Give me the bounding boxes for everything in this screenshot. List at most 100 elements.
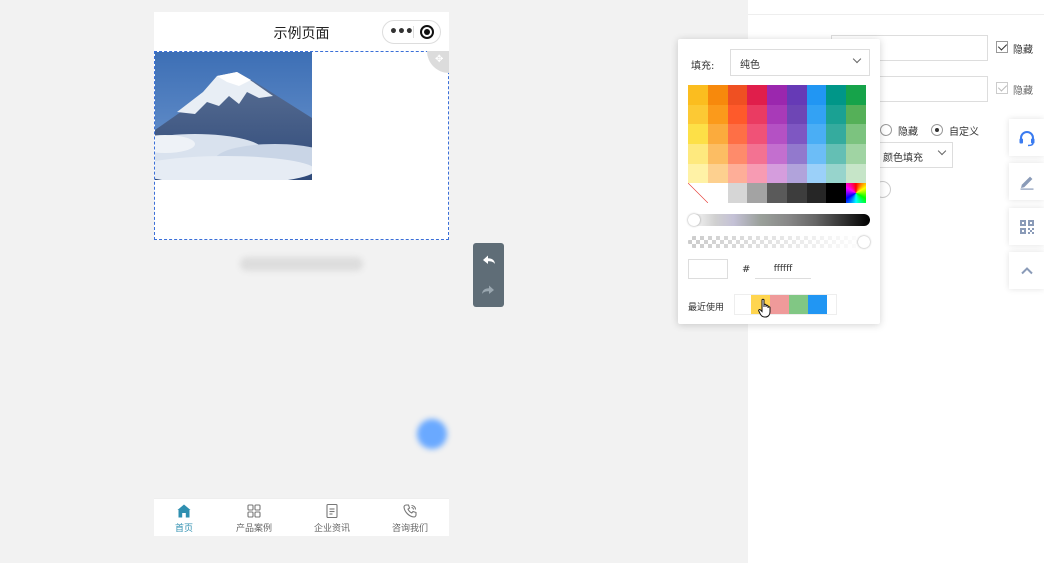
chevron-down-icon bbox=[852, 54, 862, 64]
color-swatch[interactable] bbox=[707, 124, 728, 144]
color-swatch[interactable] bbox=[806, 85, 827, 105]
color-swatch[interactable] bbox=[727, 85, 748, 105]
color-swatch[interactable] bbox=[826, 85, 847, 105]
tab-news[interactable]: 企业资讯 bbox=[302, 503, 362, 534]
floating-contact-button[interactable] bbox=[417, 419, 447, 449]
color-swatch[interactable] bbox=[727, 183, 748, 203]
color-swatch[interactable] bbox=[727, 163, 748, 184]
color-swatch[interactable] bbox=[688, 124, 708, 144]
color-swatch[interactable] bbox=[786, 183, 807, 203]
tab-products[interactable]: 产品案例 bbox=[224, 503, 284, 534]
mini-program-capsule: ••• bbox=[382, 20, 441, 44]
phone-icon bbox=[403, 504, 417, 518]
color-swatch[interactable] bbox=[707, 163, 728, 184]
customer-service-button[interactable] bbox=[1009, 119, 1044, 156]
color-swatch[interactable] bbox=[688, 104, 708, 125]
radio-hide-label: 隐藏 bbox=[898, 127, 918, 138]
color-swatch[interactable] bbox=[727, 143, 748, 164]
color-swatch[interactable] bbox=[688, 163, 708, 184]
color-swatch[interactable] bbox=[767, 163, 787, 184]
color-swatch[interactable] bbox=[707, 85, 728, 105]
color-swatch[interactable] bbox=[826, 124, 847, 144]
recent-colors-label: 最近使用 bbox=[688, 303, 725, 313]
color-swatch[interactable] bbox=[806, 183, 827, 203]
recent-color-swatch[interactable] bbox=[770, 295, 789, 314]
color-swatch[interactable] bbox=[767, 85, 787, 105]
fill-type-select[interactable]: 颜色填充 bbox=[876, 142, 953, 168]
color-swatch[interactable] bbox=[826, 143, 847, 164]
color-swatch[interactable] bbox=[806, 124, 827, 144]
color-swatch[interactable] bbox=[688, 143, 708, 164]
color-swatch[interactable] bbox=[846, 163, 866, 184]
color-swatch[interactable] bbox=[826, 183, 847, 203]
color-swatch[interactable] bbox=[806, 163, 827, 184]
color-swatch[interactable] bbox=[786, 124, 807, 144]
color-swatch[interactable] bbox=[786, 143, 807, 164]
tab-contact[interactable]: 咨询我们 bbox=[380, 503, 440, 534]
fill-mode-value: 纯色 bbox=[740, 60, 760, 71]
recent-color-swatch[interactable] bbox=[789, 295, 808, 314]
blurred-text bbox=[240, 257, 363, 271]
color-swatch[interactable] bbox=[846, 104, 866, 125]
fill-mode-select[interactable]: 纯色 bbox=[730, 49, 870, 76]
edit-button[interactable] bbox=[1009, 163, 1044, 200]
color-swatch[interactable] bbox=[846, 124, 866, 144]
color-swatch[interactable] bbox=[767, 124, 787, 144]
phone-preview: 示例页面 ••• ✥ 首页 产品案例 企业资讯 咨询我们 bbox=[154, 12, 449, 536]
color-swatch[interactable] bbox=[826, 104, 847, 125]
color-swatch[interactable] bbox=[747, 124, 768, 144]
color-swatch[interactable] bbox=[747, 85, 768, 105]
hide-checkbox-1[interactable] bbox=[996, 41, 1008, 53]
hex-input[interactable] bbox=[755, 259, 811, 279]
hand-cursor-icon bbox=[758, 298, 772, 321]
color-swatch[interactable] bbox=[707, 143, 728, 164]
alpha-slider[interactable] bbox=[688, 236, 870, 248]
color-swatch[interactable] bbox=[747, 104, 768, 125]
tab-home[interactable]: 首页 bbox=[154, 503, 214, 534]
hide-label: 隐藏 bbox=[1013, 86, 1033, 97]
color-swatch[interactable] bbox=[747, 143, 768, 164]
color-swatch[interactable] bbox=[786, 163, 807, 184]
redo-button[interactable] bbox=[473, 275, 504, 305]
color-swatch[interactable] bbox=[707, 104, 728, 125]
selected-image-block[interactable]: ✥ bbox=[154, 51, 449, 240]
back-to-top-button[interactable] bbox=[1009, 252, 1044, 289]
color-swatch[interactable] bbox=[727, 124, 748, 144]
panel-divider bbox=[748, 14, 1044, 15]
color-swatch[interactable] bbox=[846, 85, 866, 105]
radio-hide[interactable] bbox=[880, 124, 892, 136]
color-swatch[interactable] bbox=[767, 143, 787, 164]
pencil-icon bbox=[1020, 176, 1033, 190]
recent-colors bbox=[734, 294, 837, 315]
color-swatch[interactable] bbox=[786, 104, 807, 125]
recent-color-swatch[interactable] bbox=[808, 295, 827, 314]
radio-custom[interactable] bbox=[931, 124, 943, 136]
more-icon[interactable]: ••• bbox=[389, 23, 414, 41]
color-swatch[interactable] bbox=[747, 163, 768, 184]
color-swatch[interactable] bbox=[688, 85, 708, 105]
color-swatch[interactable] bbox=[767, 183, 787, 203]
chevron-down-icon bbox=[937, 146, 947, 156]
color-swatch[interactable] bbox=[767, 104, 787, 125]
grid-icon bbox=[247, 504, 261, 518]
color-slider[interactable] bbox=[688, 214, 870, 226]
color-swatch[interactable] bbox=[747, 183, 768, 203]
qrcode-button[interactable] bbox=[1009, 208, 1044, 245]
custom-color-swatch[interactable] bbox=[846, 183, 866, 203]
color-slider-handle[interactable] bbox=[688, 214, 700, 226]
move-handle-icon[interactable]: ✥ bbox=[427, 51, 449, 73]
close-target-icon[interactable] bbox=[420, 25, 434, 39]
hide-label: 隐藏 bbox=[1013, 45, 1033, 56]
color-swatch[interactable] bbox=[727, 104, 748, 125]
color-swatch[interactable] bbox=[806, 143, 827, 164]
color-swatch[interactable] bbox=[846, 143, 866, 164]
color-swatch[interactable] bbox=[707, 183, 728, 203]
color-swatch[interactable] bbox=[786, 85, 807, 105]
color-swatch[interactable] bbox=[806, 104, 827, 125]
no-color-swatch[interactable] bbox=[688, 183, 708, 203]
hide-checkbox-2[interactable] bbox=[996, 82, 1008, 94]
undo-button[interactable] bbox=[473, 245, 504, 275]
color-swatch[interactable] bbox=[826, 163, 847, 184]
document-icon bbox=[326, 503, 338, 519]
alpha-slider-handle[interactable] bbox=[858, 236, 870, 248]
